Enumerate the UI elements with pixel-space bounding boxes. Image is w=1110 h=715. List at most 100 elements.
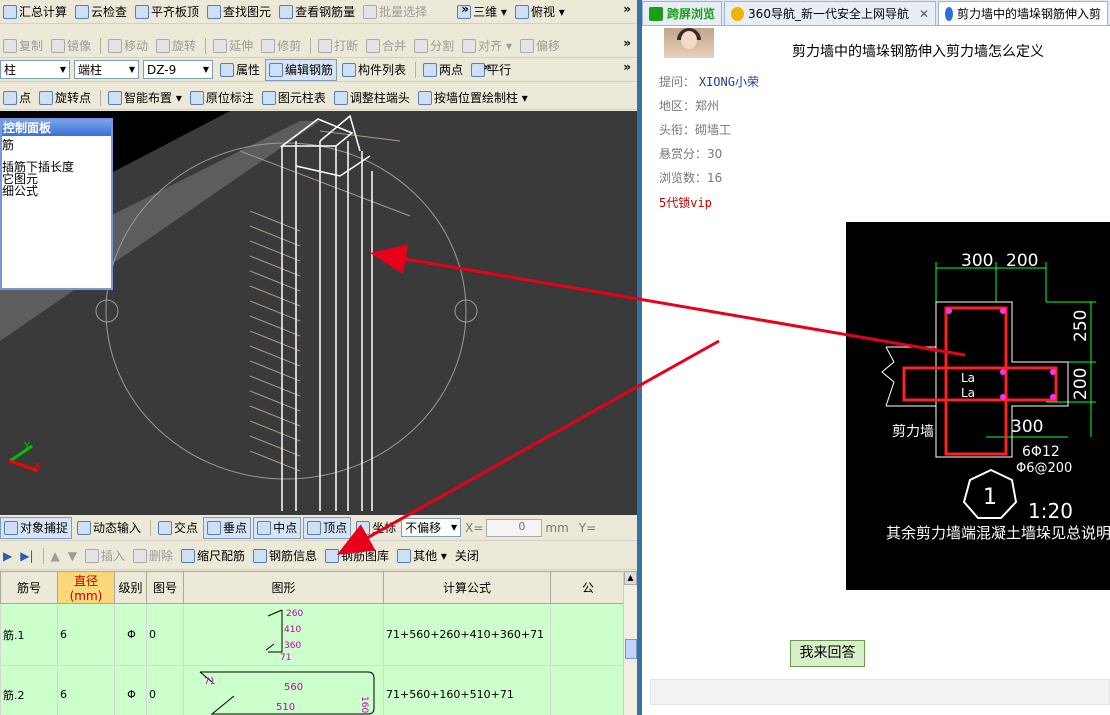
toolbar-overflow-icon-2[interactable]: » <box>623 60 631 74</box>
perpendicular-snap-toggle[interactable]: 垂点 <box>203 516 252 539</box>
rebar-info-button[interactable]: 钢筋信息 <box>250 545 320 567</box>
two-points-button[interactable]: 两点 <box>420 59 466 81</box>
cell-shape[interactable]: 260 410 360 71 <box>183 603 384 666</box>
cell-rebar-no[interactable]: 筋.2 <box>0 665 58 715</box>
object-snap-toggle[interactable]: 对象捕捉 <box>0 516 73 539</box>
avatar[interactable] <box>664 28 714 58</box>
cell-more[interactable] <box>550 603 626 666</box>
adjust-column-end-button[interactable]: 调整柱端头 <box>331 87 413 109</box>
in-place-annotation-button[interactable]: 原位标注 <box>187 87 257 109</box>
col-header-diameter[interactable]: 直径(mm) <box>57 571 115 604</box>
col-header-shape[interactable]: 图形 <box>183 571 384 604</box>
question-image[interactable]: 300 200 250 200 300 La La 剪力墙 6Φ12 Φ6@20… <box>846 222 1110 590</box>
rotate-point-button[interactable]: 旋转点 <box>36 87 94 109</box>
close-icon[interactable]: ✕ <box>919 7 929 21</box>
col-header-more[interactable]: 公 <box>550 571 626 604</box>
toolbar-overflow-icon-2[interactable]: » <box>623 2 631 16</box>
insert-button[interactable]: 插入 <box>82 545 128 567</box>
table-scrollbar[interactable]: ▲ <box>623 571 637 715</box>
element-name-select[interactable]: DZ-9 ▼ <box>143 60 213 79</box>
control-panel-item[interactable]: 细公式 <box>2 185 111 197</box>
find-element-button[interactable]: 查找图元 <box>204 1 274 23</box>
cell-shape[interactable]: 71 560 510 160 <box>183 665 384 715</box>
column-table-button[interactable]: 图元柱表 <box>259 87 329 109</box>
align-button[interactable]: 对齐 ▾ <box>459 35 515 57</box>
element-subtype-select[interactable]: 端柱 ▼ <box>74 60 139 79</box>
next-icon[interactable]: ▶ <box>0 545 15 567</box>
point-button[interactable]: 点 <box>0 87 34 109</box>
smart-layout-button[interactable]: 智能布置 ▾ <box>105 87 185 109</box>
separator <box>42 547 44 564</box>
cell-figure-no[interactable]: 0 <box>146 665 184 715</box>
summary-calc-button[interactable]: 汇总计算 <box>0 1 70 23</box>
scroll-thumb[interactable] <box>625 639 637 659</box>
dynamic-input-toggle[interactable]: 动态输入 <box>74 517 144 539</box>
col-header-grade[interactable]: 级别 <box>114 571 147 604</box>
control-panel[interactable]: 控制面板 筋 插筋下插长度 它图元 细公式 <box>0 118 113 290</box>
merge-button[interactable]: 合并 <box>363 35 409 57</box>
copy-button[interactable]: 复制 <box>0 35 46 57</box>
intersection-snap-toggle[interactable]: 交点 <box>155 517 201 539</box>
browser-window: 跨屏浏览 360导航_新一代安全上网导航 ✕ 剪力墙中的墙垛钢筋伸入剪 剪力墙中… <box>642 0 1110 715</box>
top-view-dropdown[interactable]: 俯视 ▾ <box>512 1 568 23</box>
scale-rebar-button[interactable]: 缩尺配筋 <box>178 545 248 567</box>
scroll-up-icon[interactable]: ▲ <box>624 571 637 585</box>
table-row[interactable]: 筋.2 6 Φ 0 71 560 510 160 71+560+160+510+… <box>0 665 626 715</box>
cloud-check-button[interactable]: 云检查 <box>72 1 130 23</box>
toolbar-overflow-icon[interactable]: » <box>623 36 631 50</box>
cell-grade[interactable]: Φ <box>114 665 147 715</box>
cell-grade[interactable]: Φ <box>114 603 147 666</box>
mirror-button[interactable]: 镜像 <box>48 35 94 57</box>
asker-link[interactable]: XIONG小荣 <box>699 75 759 89</box>
element-type-select[interactable]: 柱 ▼ <box>0 60 70 79</box>
cell-more[interactable] <box>550 665 626 715</box>
cell-rebar-no[interactable]: 筋.1 <box>0 603 58 666</box>
col-header-figure-no[interactable]: 图号 <box>146 571 184 604</box>
control-panel-item[interactable]: 筋 <box>2 139 111 151</box>
rotate-button[interactable]: 旋转 <box>153 35 199 57</box>
cell-diameter[interactable]: 6 <box>57 603 115 666</box>
coordinate-snap-toggle[interactable]: 坐标 <box>353 517 399 539</box>
draw-by-wall-button[interactable]: 按墙位置绘制柱 ▾ <box>415 87 531 109</box>
view-rebar-qty-button[interactable]: 查看钢筋量 <box>276 1 358 23</box>
table-row[interactable]: 筋.1 6 Φ 0 260 410 360 71 71+560+260+410+… <box>0 603 626 666</box>
tab-360-nav[interactable]: 360导航_新一代安全上网导航 ✕ <box>724 1 937 25</box>
midpoint-snap-toggle[interactable]: 中点 <box>253 516 302 539</box>
close-button[interactable]: 关闭 <box>452 545 482 567</box>
move-up-icon[interactable]: ▲ <box>48 545 63 567</box>
element-list-button[interactable]: 构件列表 <box>339 59 409 81</box>
cell-formula[interactable]: 71+560+160+510+71 <box>383 665 551 715</box>
vip-badge: 5代锁vip <box>659 196 712 210</box>
last-icon[interactable]: ▶| <box>17 545 36 567</box>
align-slab-top-button[interactable]: 平齐板顶 <box>132 1 202 23</box>
break-button[interactable]: 打断 <box>315 35 361 57</box>
tab-question[interactable]: 剪力墙中的墙垛钢筋伸入剪 <box>938 1 1108 25</box>
col-header-formula[interactable]: 计算公式 <box>383 571 551 604</box>
3d-viewport[interactable]: Y X 控制面板 筋 插筋下插长度 它图元 细公式 <box>0 111 637 515</box>
tab-cross-screen[interactable]: 跨屏浏览 <box>642 1 723 25</box>
cell-formula[interactable]: 71+560+260+410+360+71 <box>383 603 551 666</box>
delete-button[interactable]: 删除 <box>130 545 176 567</box>
offset-button[interactable]: 偏移 <box>517 35 563 57</box>
batch-select-button[interactable]: 批量选择 <box>360 1 430 23</box>
other-dropdown[interactable]: 其他 ▾ <box>394 545 450 567</box>
answer-button[interactable]: 我来回答 <box>790 640 865 667</box>
edit-rebar-button[interactable]: 编辑钢筋 <box>265 58 338 81</box>
parallel-button[interactable]: 平行 <box>468 59 514 81</box>
cell-diameter[interactable]: 6 <box>57 665 115 715</box>
offset-mode-select[interactable]: 不偏移 ▼ <box>401 518 462 537</box>
extend-button[interactable]: 延伸 <box>210 35 256 57</box>
cell-figure-no[interactable]: 0 <box>146 603 184 666</box>
x-coordinate-input[interactable]: 0 <box>486 518 543 537</box>
meta-asker: 提问： XIONG小荣 <box>659 75 759 89</box>
move-down-icon[interactable]: ▼ <box>65 545 80 567</box>
vertex-snap-toggle[interactable]: 顶点 <box>303 516 352 539</box>
trim-button[interactable]: 修剪 <box>258 35 304 57</box>
split-button[interactable]: 分割 <box>411 35 457 57</box>
col-header-rebar-no[interactable]: 筋号 <box>0 571 58 604</box>
move-button[interactable]: 移动 <box>105 35 151 57</box>
toolbar-overflow-icon[interactable]: » <box>461 2 469 16</box>
properties-button[interactable]: 属性 <box>217 59 263 81</box>
toolbar-overflow-icon[interactable]: » <box>483 60 491 74</box>
rebar-library-button[interactable]: 钢筋图库 <box>322 545 392 567</box>
